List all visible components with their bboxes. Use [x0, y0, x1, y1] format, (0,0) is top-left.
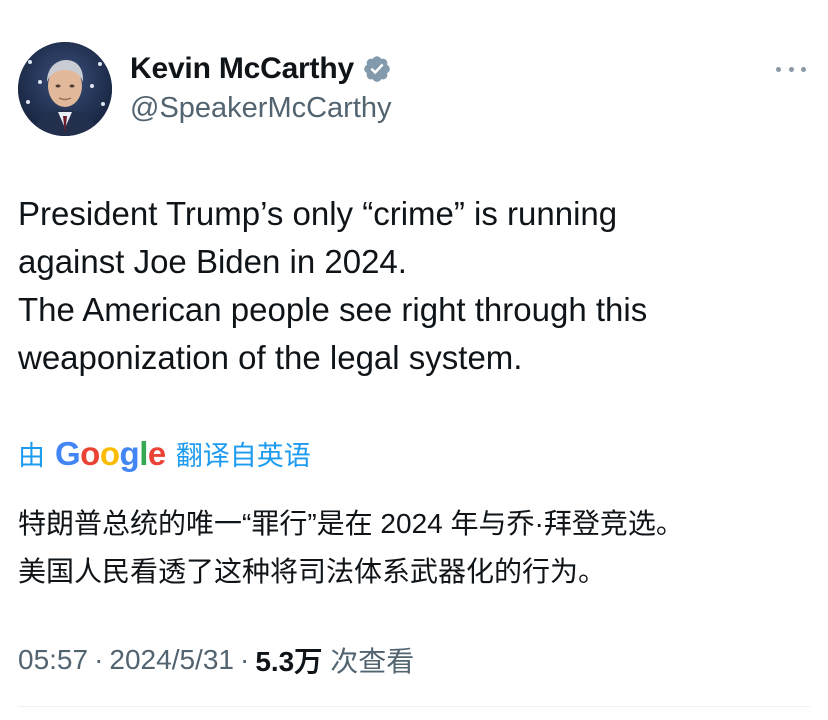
avatar-photo: [18, 42, 112, 136]
meta-separator: ·: [94, 644, 104, 675]
views-count: 5.3万: [255, 646, 323, 677]
verified-badge-icon: [362, 54, 392, 84]
author-display-name[interactable]: Kevin McCarthy: [130, 52, 354, 86]
translated-text: 特朗普总统的唯一“罪行”是在 2024 年与乔·拜登竞选。 美国人民看透了这种将…: [18, 500, 818, 596]
google-logo: Google: [55, 434, 166, 472]
tweet-card: Kevin McCarthy @SpeakerMcCarthy Presiden…: [0, 0, 828, 720]
tweet-time[interactable]: 05:57: [18, 644, 88, 676]
tweet-text-line: The American people see right through th…: [18, 291, 648, 328]
avatar[interactable]: [18, 42, 112, 136]
tweet-date[interactable]: 2024/5/31: [109, 644, 234, 676]
meta-separator: ·: [239, 644, 250, 675]
translation-prefix: 由: [18, 441, 45, 471]
translated-text-line: 美国人民看透了这种将司法体系武器化的行为。: [18, 556, 607, 587]
translated-text-line: 特朗普总统的唯一“罪行”是在 2024 年与乔·拜登竞选。: [18, 508, 684, 539]
divider: [18, 706, 810, 707]
tweet-text-line: weaponization of the legal system.: [18, 339, 523, 376]
author-handle[interactable]: @SpeakerMcCarthy: [130, 92, 392, 125]
tweet-text-line: against Joe Biden in 2024.: [18, 243, 407, 280]
tweet-text: President Trump’s only “crime” is runnin…: [18, 190, 808, 382]
more-options-icon[interactable]: [776, 56, 806, 82]
translation-attribution[interactable]: 由 Google 翻译自英语: [18, 434, 311, 473]
translation-suffix: 翻译自英语: [175, 441, 311, 471]
views-label: 次查看: [330, 646, 415, 677]
tweet-meta: 05:57 · 2024/5/31 · 5.3万 次查看: [18, 640, 414, 680]
tweet-text-line: President Trump’s only “crime” is runnin…: [18, 195, 618, 232]
author-name-row[interactable]: Kevin McCarthy: [130, 52, 392, 86]
